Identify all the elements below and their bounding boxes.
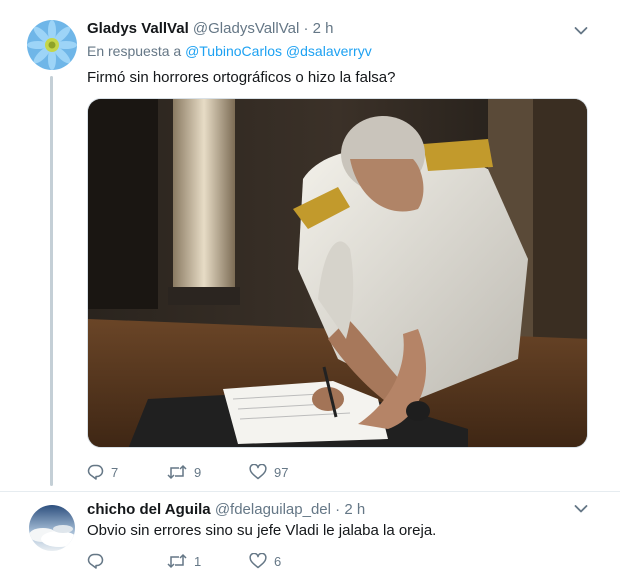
chevron-down-icon[interactable] (574, 26, 588, 36)
reply-button[interactable]: 7 (87, 464, 167, 480)
thread-line (50, 76, 53, 486)
like-button[interactable]: 6 (249, 553, 329, 569)
handle[interactable]: @fdelaguilap_del (215, 501, 331, 518)
retweet-icon (167, 553, 187, 569)
display-name[interactable]: Gladys VallVal (87, 20, 189, 37)
tweet-header: Gladys VallVal @GladysVallVal · 2 h (87, 20, 334, 38)
tweet-media-image[interactable] (87, 98, 588, 448)
heart-icon (249, 553, 267, 569)
tweet[interactable]: chicho del Aguila @fdelaguilap_del · 2 h… (0, 492, 620, 575)
separator: · (303, 20, 309, 37)
reply-icon (87, 464, 104, 480)
avatar[interactable] (27, 20, 77, 70)
tweet-text: Firmó sin horrores ortográficos o hizo l… (87, 69, 396, 86)
mention-link[interactable]: @dsalaverryv (286, 43, 372, 59)
reply-button[interactable] (87, 553, 167, 569)
reply-prefix: En respuesta a (87, 43, 182, 59)
tweet-actions: 7 9 97 (87, 462, 329, 482)
like-count: 6 (274, 553, 282, 569)
tweet-actions: 1 6 (87, 551, 329, 571)
retweet-button[interactable]: 9 (167, 464, 249, 480)
heart-icon (249, 464, 267, 480)
retweet-button[interactable]: 1 (167, 553, 249, 569)
display-name[interactable]: chicho del Aguila (87, 501, 211, 518)
handle[interactable]: @GladysVallVal (193, 20, 299, 37)
timestamp[interactable]: 2 h (344, 501, 365, 518)
mention-link[interactable]: @TubinoCarlos (185, 43, 282, 59)
retweet-count: 1 (194, 553, 202, 569)
reply-count: 7 (111, 464, 119, 480)
reply-icon (87, 553, 104, 569)
timestamp[interactable]: 2 h (313, 20, 334, 37)
retweet-count: 9 (194, 464, 202, 480)
tweet[interactable]: Gladys VallVal @GladysVallVal · 2 h En r… (0, 0, 620, 492)
tweet-header: chicho del Aguila @fdelaguilap_del · 2 h (87, 501, 365, 519)
separator: · (335, 501, 341, 518)
avatar[interactable] (29, 505, 75, 551)
like-button[interactable]: 97 (249, 464, 329, 480)
chevron-down-icon[interactable] (574, 504, 588, 514)
tweet-text: Obvio sin errores sino su jefe Vladi le … (87, 522, 437, 539)
like-count: 97 (274, 464, 289, 480)
retweet-icon (167, 464, 187, 480)
reply-context: En respuesta a @TubinoCarlos @dsalaverry… (87, 43, 372, 59)
